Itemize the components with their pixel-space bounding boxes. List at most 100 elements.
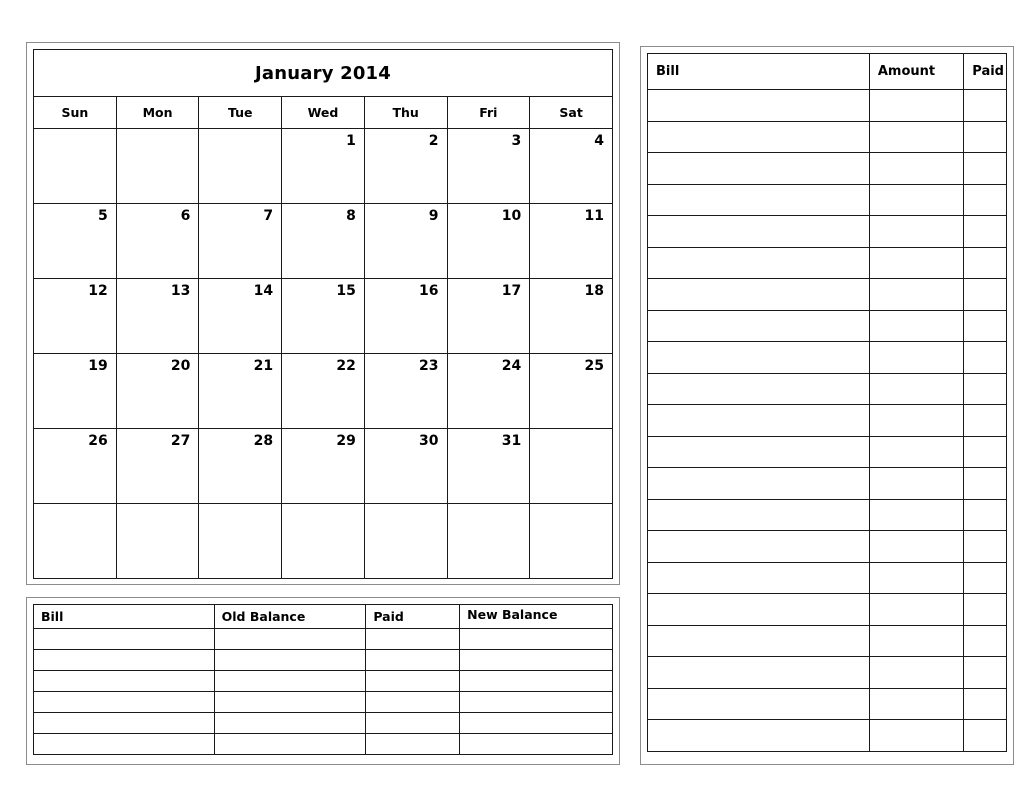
calendar-day-cell[interactable]: 18 (529, 278, 613, 354)
bills-cell-bill[interactable] (647, 719, 870, 752)
bills-cell-amount[interactable] (868, 719, 965, 752)
calendar-day-cell[interactable]: 28 (198, 428, 283, 504)
calendar-day-cell[interactable] (33, 128, 117, 204)
bills-cell-bill[interactable] (647, 183, 870, 216)
calendar-day-cell[interactable] (363, 503, 448, 579)
calendar-day-cell[interactable]: 16 (363, 278, 448, 354)
calendar-day-cell[interactable]: 15 (281, 278, 365, 354)
bills-cell-bill[interactable] (647, 593, 870, 626)
bills-cell-bill[interactable] (647, 687, 870, 720)
balance-cell-paid[interactable] (365, 649, 461, 671)
calendar-day-cell[interactable]: 31 (446, 428, 531, 504)
balance-cell-bill[interactable] (33, 712, 215, 734)
bills-cell-amount[interactable] (868, 624, 965, 657)
balance-cell-new-balance[interactable] (459, 691, 613, 713)
bills-cell-bill[interactable] (647, 215, 870, 248)
calendar-day-cell[interactable] (33, 503, 117, 579)
bills-cell-amount[interactable] (868, 278, 965, 311)
bills-cell-bill[interactable] (647, 120, 870, 153)
balance-cell-new-balance[interactable] (459, 670, 613, 692)
calendar-day-cell[interactable]: 4 (529, 128, 613, 204)
calendar-day-cell[interactable]: 24 (446, 353, 531, 429)
calendar-day-cell[interactable] (281, 503, 365, 579)
calendar-day-cell[interactable]: 9 (363, 203, 448, 279)
balance-cell-old-balance[interactable] (213, 670, 367, 692)
balance-cell-paid[interactable] (365, 733, 461, 755)
balance-cell-new-balance[interactable] (459, 733, 613, 755)
calendar-day-cell[interactable]: 7 (198, 203, 283, 279)
bills-cell-paid[interactable] (963, 624, 1007, 657)
balance-cell-bill[interactable] (33, 733, 215, 755)
calendar-day-cell[interactable]: 14 (198, 278, 283, 354)
bills-cell-bill[interactable] (647, 278, 870, 311)
bills-cell-amount[interactable] (868, 89, 965, 122)
bills-cell-amount[interactable] (868, 183, 965, 216)
calendar-day-cell[interactable] (529, 428, 613, 504)
bills-cell-bill[interactable] (647, 152, 870, 185)
calendar-day-cell[interactable]: 12 (33, 278, 117, 354)
bills-cell-bill[interactable] (647, 656, 870, 689)
bills-cell-amount[interactable] (868, 498, 965, 531)
bills-cell-bill[interactable] (647, 467, 870, 500)
calendar-day-cell[interactable]: 30 (363, 428, 448, 504)
bills-cell-paid[interactable] (963, 341, 1007, 374)
bills-cell-amount[interactable] (868, 215, 965, 248)
bills-cell-amount[interactable] (868, 467, 965, 500)
bills-cell-amount[interactable] (868, 341, 965, 374)
calendar-day-cell[interactable] (198, 128, 283, 204)
bills-cell-paid[interactable] (963, 246, 1007, 279)
bills-cell-paid[interactable] (963, 656, 1007, 689)
bills-cell-amount[interactable] (868, 120, 965, 153)
balance-cell-old-balance[interactable] (213, 733, 367, 755)
bills-cell-bill[interactable] (647, 435, 870, 468)
balance-cell-paid[interactable] (365, 628, 461, 650)
bills-cell-amount[interactable] (868, 656, 965, 689)
calendar-day-cell[interactable]: 17 (446, 278, 531, 354)
calendar-day-cell[interactable] (446, 503, 531, 579)
bills-cell-bill[interactable] (647, 530, 870, 563)
bills-cell-paid[interactable] (963, 309, 1007, 342)
bills-cell-bill[interactable] (647, 624, 870, 657)
bills-cell-bill[interactable] (647, 372, 870, 405)
bills-cell-amount[interactable] (868, 593, 965, 626)
bills-cell-paid[interactable] (963, 719, 1007, 752)
calendar-day-cell[interactable]: 13 (115, 278, 200, 354)
bills-cell-bill[interactable] (647, 498, 870, 531)
balance-cell-bill[interactable] (33, 670, 215, 692)
bills-cell-paid[interactable] (963, 183, 1007, 216)
bills-cell-paid[interactable] (963, 372, 1007, 405)
calendar-day-cell[interactable]: 21 (198, 353, 283, 429)
balance-cell-paid[interactable] (365, 670, 461, 692)
bills-cell-paid[interactable] (963, 687, 1007, 720)
bills-cell-paid[interactable] (963, 467, 1007, 500)
calendar-day-cell[interactable]: 6 (115, 203, 200, 279)
calendar-day-cell[interactable] (115, 503, 200, 579)
bills-cell-bill[interactable] (647, 341, 870, 374)
bills-cell-amount[interactable] (868, 687, 965, 720)
bills-cell-paid[interactable] (963, 498, 1007, 531)
bills-cell-amount[interactable] (868, 435, 965, 468)
calendar-day-cell[interactable]: 19 (33, 353, 117, 429)
calendar-day-cell[interactable]: 1 (281, 128, 365, 204)
bills-cell-amount[interactable] (868, 309, 965, 342)
bills-cell-paid[interactable] (963, 561, 1007, 594)
bills-cell-amount[interactable] (868, 404, 965, 437)
calendar-day-cell[interactable]: 26 (33, 428, 117, 504)
bills-cell-bill[interactable] (647, 246, 870, 279)
bills-cell-amount[interactable] (868, 152, 965, 185)
balance-cell-old-balance[interactable] (213, 691, 367, 713)
bills-cell-paid[interactable] (963, 152, 1007, 185)
balance-cell-old-balance[interactable] (213, 649, 367, 671)
bills-cell-paid[interactable] (963, 89, 1007, 122)
bills-cell-paid[interactable] (963, 435, 1007, 468)
bills-cell-paid[interactable] (963, 530, 1007, 563)
calendar-day-cell[interactable]: 20 (115, 353, 200, 429)
balance-cell-bill[interactable] (33, 628, 215, 650)
balance-cell-new-balance[interactable] (459, 649, 613, 671)
calendar-day-cell[interactable]: 5 (33, 203, 117, 279)
balance-cell-new-balance[interactable] (459, 628, 613, 650)
bills-cell-bill[interactable] (647, 561, 870, 594)
calendar-day-cell[interactable] (198, 503, 283, 579)
bills-cell-bill[interactable] (647, 404, 870, 437)
calendar-day-cell[interactable]: 10 (446, 203, 531, 279)
